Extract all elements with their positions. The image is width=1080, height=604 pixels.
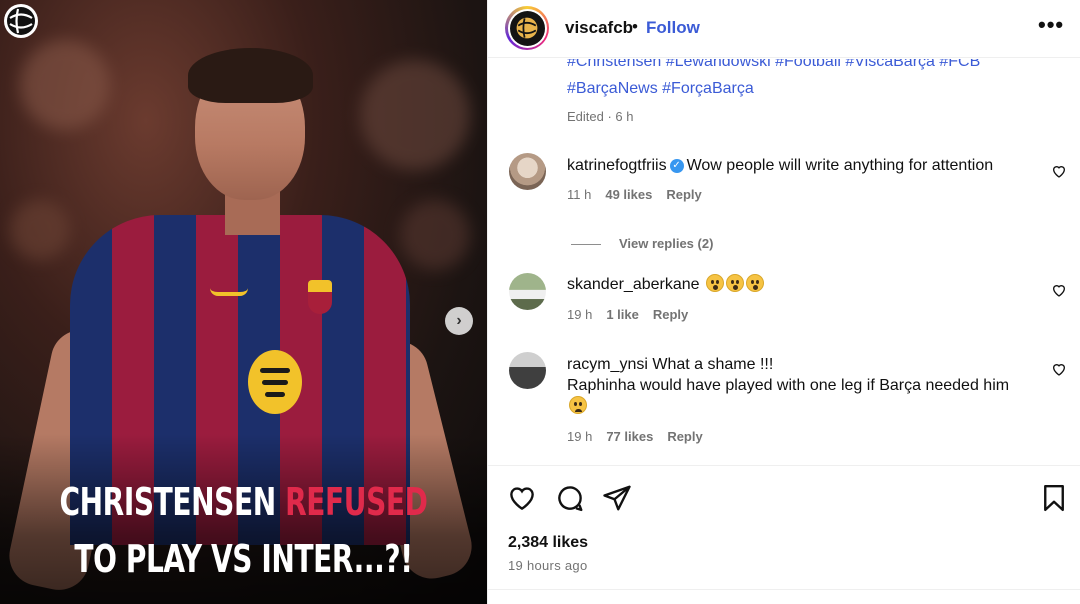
comment-likes[interactable]: 49 likes (605, 187, 652, 202)
comment-body: katrinefogtfriis ✓ Wow people will write a… (567, 155, 993, 176)
comment-like-heart-icon[interactable] (1051, 163, 1067, 179)
post-header: viscafcb • Follow ••• (488, 0, 1080, 58)
fcb-crest (308, 280, 332, 314)
likes-count[interactable]: 2,384 likes (508, 534, 588, 552)
chevron-right-icon: › (456, 312, 462, 329)
nike-logo (210, 288, 248, 296)
share-paper-plane-icon[interactable] (602, 483, 632, 513)
post-time: 19 hours ago (508, 558, 588, 573)
post-media: CHRISTENSEN REFUSED TO PLAY VS INTER...?… (0, 0, 487, 604)
view-replies-button[interactable]: View replies (2) (571, 236, 713, 251)
comment-body: skander_aberkane (567, 274, 764, 295)
comment-likes[interactable]: 77 likes (606, 429, 653, 444)
comments-scroll-area[interactable]: #Christensen #Lewandowski #Football #Vis… (488, 59, 1080, 464)
comment-time: 11 h (567, 187, 592, 202)
avatar-inner (507, 8, 547, 48)
comment-likes[interactable]: 1 like (606, 307, 639, 322)
next-slide-button[interactable]: › (445, 307, 473, 335)
comment-body: racym_ynsi What a shame !!! Raphinha wou… (567, 354, 1047, 417)
comment-time: 19 h (567, 429, 593, 444)
player-hair (188, 48, 313, 103)
background-bokeh (400, 200, 470, 270)
headline-white-text: CHRISTENSEN (59, 480, 286, 524)
bookmark-save-icon[interactable] (1039, 483, 1069, 513)
separator-dot: • (632, 17, 638, 36)
sad-emoji-icon (569, 396, 587, 414)
background-bokeh (10, 200, 70, 260)
comment-bubble-icon[interactable] (555, 483, 585, 513)
comment-username[interactable]: katrinefogtfriis (567, 157, 667, 174)
reply-button[interactable]: Reply (666, 187, 701, 202)
comment-meta: 19 h 1 like Reply (567, 307, 688, 322)
comment-text: What a shame !!! (652, 356, 774, 373)
hashtags-row-2[interactable]: #BarçaNews #ForçaBarça (567, 78, 754, 99)
comment-like-heart-icon[interactable] (1051, 282, 1067, 298)
profile-avatar[interactable] (505, 6, 549, 50)
comment-text: Wow people will write anything for atten… (686, 157, 994, 174)
astonished-emoji-icon (726, 274, 744, 292)
bottom-divider (488, 589, 1080, 590)
comment-meta: 11 h 49 likes Reply (567, 187, 702, 202)
astonished-emoji-icon (746, 274, 764, 292)
comment-meta: 19 h 77 likes Reply (567, 429, 703, 444)
comment-username[interactable]: racym_ynsi (567, 356, 648, 373)
viscafcb-watermark-logo (4, 4, 38, 38)
follow-button[interactable]: Follow (646, 18, 700, 38)
reply-button[interactable]: Reply (653, 307, 688, 322)
headline-red-text: REFUSED (285, 480, 428, 524)
commenter-avatar[interactable] (509, 153, 546, 190)
profile-username[interactable]: viscafcb (565, 18, 633, 38)
more-options-icon[interactable]: ••• (1038, 12, 1064, 38)
avatar-core (509, 10, 545, 46)
ball-logo-icon (516, 17, 538, 39)
caption-edited-time: Edited · 6 h (567, 109, 634, 124)
spotify-logo-line (265, 392, 285, 397)
ball-logo-icon (7, 7, 35, 35)
headline-line-1: CHRISTENSEN REFUSED (44, 480, 443, 524)
headline-line-2: TO PLAY VS INTER...?! (74, 537, 413, 581)
comment-time: 19 h (567, 307, 593, 322)
spotify-logo-line (260, 368, 290, 373)
comment-like-heart-icon[interactable] (1051, 361, 1067, 377)
view-replies-label: View replies (2) (619, 236, 714, 251)
reply-button[interactable]: Reply (667, 429, 702, 444)
hashtags-row-1[interactable]: #Christensen #Lewandowski #Football #Vis… (567, 59, 980, 72)
spotify-logo-line (262, 380, 288, 385)
comment-text-line-2: Raphinha would have played with one leg … (567, 377, 1010, 394)
post-details-panel: viscafcb • Follow ••• #Christensen #Lewa… (487, 0, 1080, 604)
like-heart-icon[interactable] (507, 483, 537, 513)
astonished-emoji-icon (706, 274, 724, 292)
post-actions-bar: 2,384 likes 19 hours ago (488, 465, 1080, 604)
commenter-avatar[interactable] (509, 352, 546, 389)
verified-badge-icon: ✓ (669, 158, 684, 173)
replies-dash (571, 244, 601, 246)
comment-username[interactable]: skander_aberkane (567, 276, 700, 293)
commenter-avatar[interactable] (509, 273, 546, 310)
